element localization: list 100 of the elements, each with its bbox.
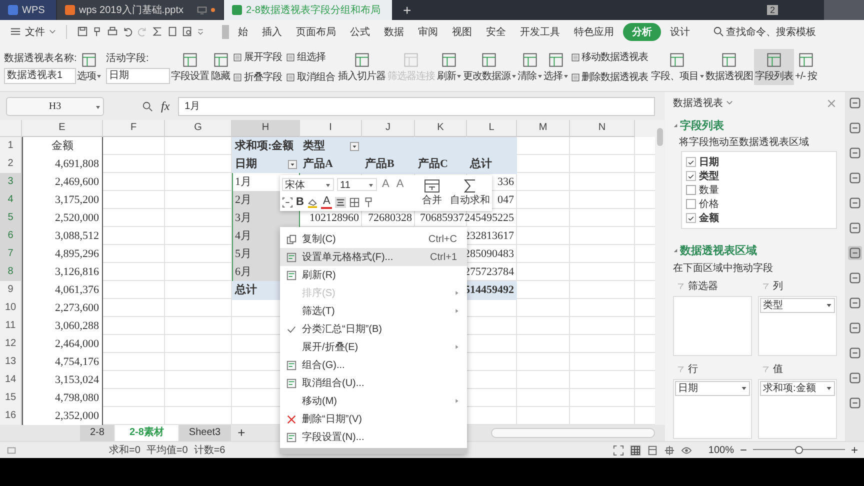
horizontal-scrollbar[interactable] [491,428,655,438]
collapse-triangle-icon[interactable] [673,123,678,128]
ribbon-button[interactable]: 字段列表 [754,49,794,85]
undo-icon[interactable] [122,26,133,37]
filter-dropdown-button[interactable] [350,142,359,151]
field-label[interactable]: 金额 [699,211,719,225]
menu-item[interactable]: 删除“日期”(V) [280,410,467,428]
drop-area[interactable]: 求和项:金额 [758,379,837,439]
tool-icon[interactable] [848,321,862,335]
align-icon[interactable] [335,196,346,208]
drop-area[interactable]: 日期 [673,379,752,439]
row-header[interactable]: 12 [0,335,22,354]
vertical-scrollbar[interactable] [655,120,665,425]
row-header[interactable]: 10 [0,299,22,318]
ribbon-button[interactable]: 组选择 [286,50,335,64]
select-icon[interactable] [282,196,293,208]
grid-view-icon[interactable] [630,444,642,456]
ribbon-button[interactable]: 删除数据透视表 [570,70,648,84]
ribbon-button[interactable]: 字段设置 [170,49,210,85]
font-dropdown[interactable]: 宋体 [282,178,334,190]
caret-icon[interactable] [49,28,56,34]
menu-icon[interactable] [10,26,21,37]
print-icon[interactable] [107,26,118,37]
row-header[interactable]: 6 [0,227,22,246]
filter-dropdown-button[interactable] [288,160,297,169]
format-brush-icon[interactable] [363,196,374,208]
tool-icon[interactable] [848,271,862,285]
ribbon-tab[interactable]: 审阅 [413,22,443,40]
fill-color-icon[interactable] [306,196,318,208]
tool-icon[interactable] [848,296,862,310]
print-preview-icon[interactable] [182,26,193,37]
ribbon-tab[interactable]: 页面布局 [291,22,341,40]
tool-icon[interactable] [848,121,862,135]
menu-item[interactable]: 组合(G)... [280,356,467,374]
function-button[interactable]: fx [161,98,170,114]
tool-icon[interactable] [848,221,862,235]
input-field[interactable]: 日期 [106,68,170,84]
field-label[interactable]: 日期 [699,155,719,169]
ribbon-button[interactable]: 选择 [542,49,568,85]
tool-icon[interactable] [848,96,862,110]
file-menu[interactable]: 文件 [25,24,45,38]
ribbon-tab[interactable]: 分析 [623,22,661,40]
page-layout-icon[interactable] [647,444,658,456]
zoom-level[interactable]: 100% [708,444,734,456]
close-icon[interactable] [826,98,837,108]
merge-button[interactable]: 合并 [416,175,448,211]
zoom-icon[interactable] [142,100,153,112]
caret-icon[interactable] [726,100,733,106]
tool-icon[interactable] [848,371,862,385]
menu-item[interactable]: 移动(M) [280,392,467,410]
ribbon-button[interactable]: 插入切片器 [337,49,386,85]
checkbox[interactable] [686,213,696,223]
ribbon-button[interactable]: +/- 按 [794,49,818,85]
page-icon[interactable] [167,26,178,37]
search-command[interactable]: 查找命令、搜索模板 [713,24,816,38]
checkbox[interactable] [686,157,696,167]
ribbon-button[interactable]: 更改数据源 [462,49,516,85]
row-header[interactable]: 11 [0,317,22,336]
increase-font-button[interactable]: A [380,178,392,190]
menu-item[interactable]: 字段设置(N)... [280,428,467,446]
row-header[interactable]: 14 [0,371,22,390]
new-tab-button[interactable]: + [393,0,422,20]
menu-item[interactable]: 取消组合(U)... [280,374,467,392]
name-box[interactable]: H3 [6,96,104,116]
row-header[interactable]: 1 [0,137,22,156]
ribbon-button[interactable]: 隐藏 [210,49,231,85]
tool-icon[interactable] [848,396,862,410]
row-header[interactable]: 9 [0,281,22,300]
more-icon[interactable] [197,28,204,34]
tool-icon[interactable] [848,171,862,185]
sheet-tab[interactable]: 2-8素材 [115,425,178,441]
macro-icon[interactable] [6,444,17,456]
ribbon-button[interactable]: 移动数据透视表 [570,50,648,64]
input-field[interactable]: 数据透视表1 [4,68,76,84]
collapse-triangle-icon[interactable] [673,248,678,253]
column-header[interactable]: H [232,120,300,137]
menu-item[interactable]: 筛选(T) [280,302,467,320]
add-sheet-button[interactable]: + [232,425,252,441]
field-label[interactable]: 类型 [699,169,719,183]
checkbox[interactable] [686,171,696,181]
ribbon-button[interactable]: 折叠字段 [233,70,282,84]
field-label[interactable]: 价格 [699,197,719,211]
decrease-font-button[interactable]: A [394,178,406,190]
ribbon-button[interactable]: 字段、项目 [650,49,704,85]
drop-area[interactable]: 类型 [758,296,837,356]
ribbon-button[interactable]: 清除 [516,49,542,85]
ribbon-button[interactable]: 数据透视图 [704,49,754,85]
ribbon-tab[interactable]: 视图 [447,22,477,40]
formula-input[interactable]: 1月 [178,96,655,116]
field-dropdown[interactable]: 日期 [675,381,750,396]
ribbon-tab[interactable]: 设计 [665,22,695,40]
ribbon-button[interactable]: 取消组合 [286,70,335,84]
fullscreen-icon[interactable] [613,444,624,456]
tool-icon[interactable] [848,346,862,360]
border-icon[interactable] [349,196,360,208]
row-header[interactable]: 13 [0,353,22,372]
ribbon-tab[interactable]: 数据 [379,22,409,40]
row-header[interactable]: 7 [0,245,22,264]
row-header[interactable]: 16 [0,407,22,426]
zoom-out-button[interactable]: − [740,443,747,457]
